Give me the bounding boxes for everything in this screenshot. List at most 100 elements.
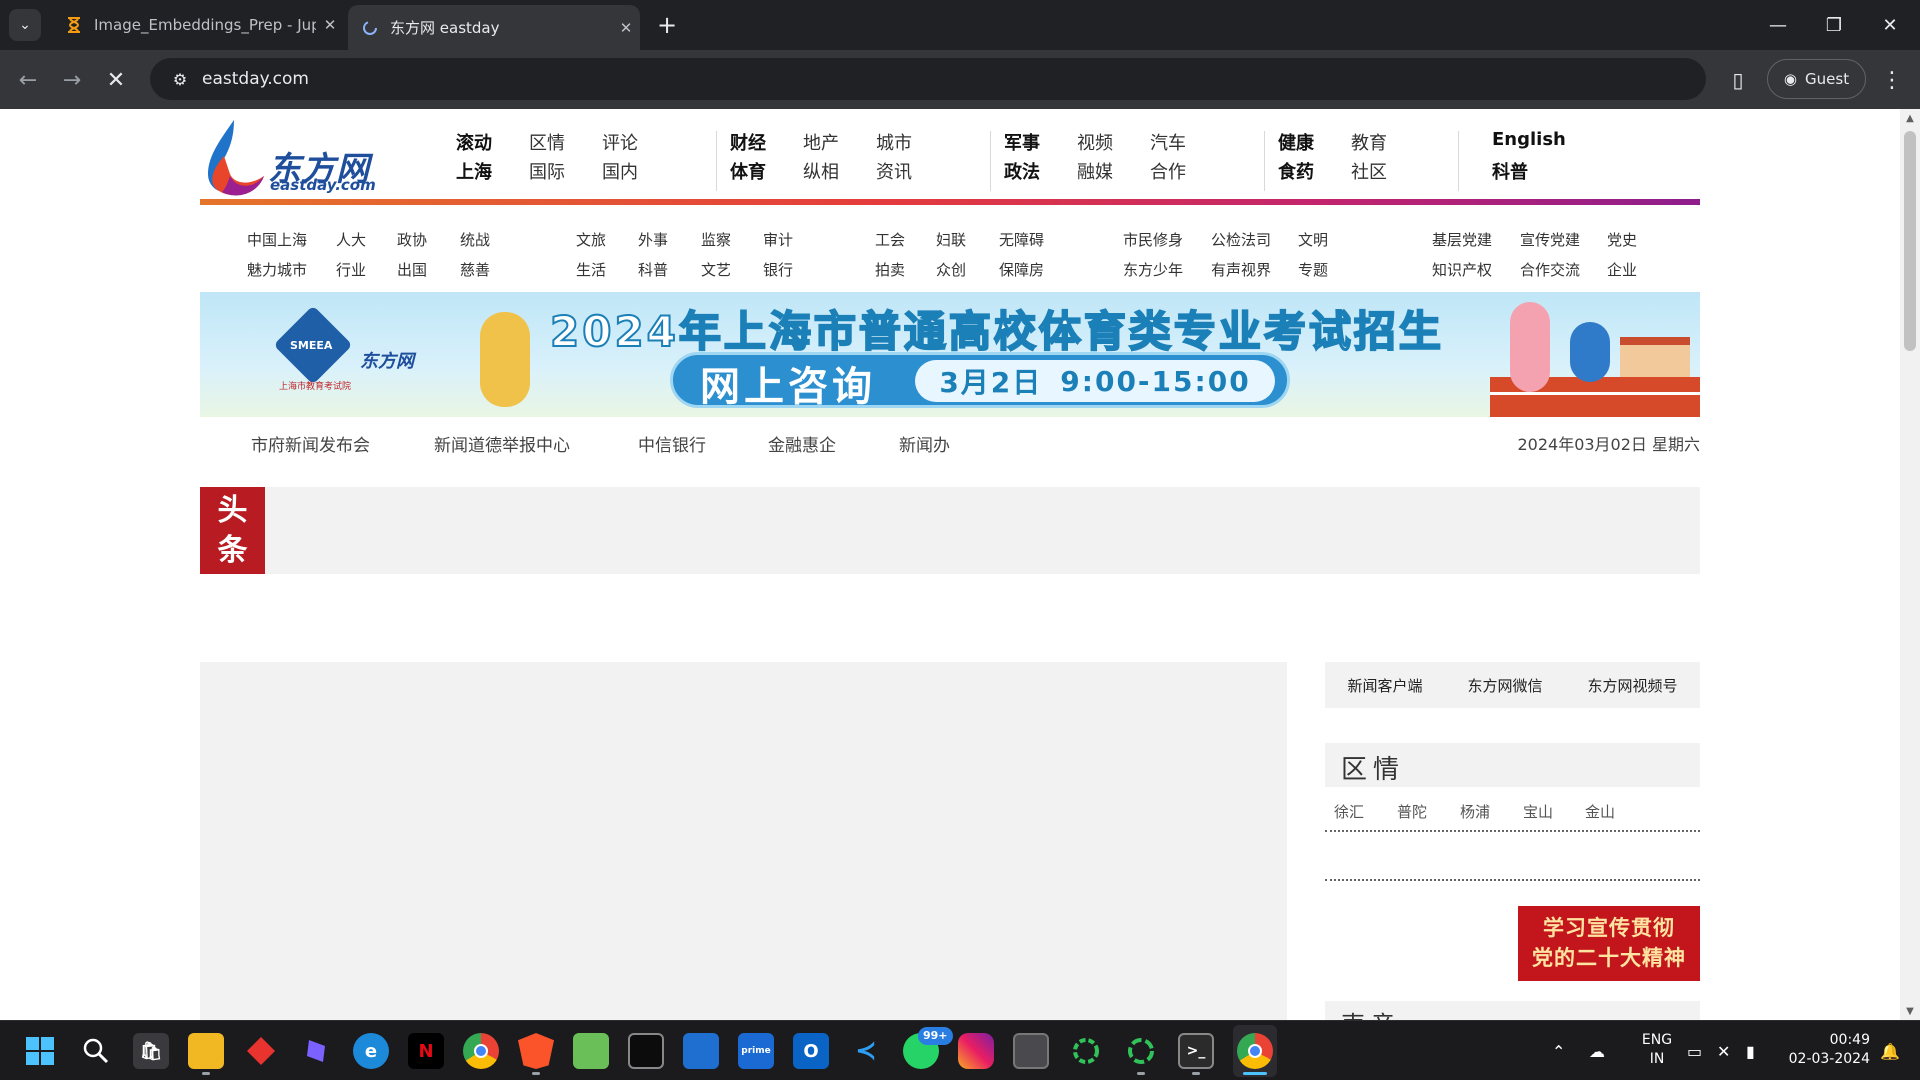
region-link[interactable]: 宝山 [1523, 801, 1553, 822]
brave-icon[interactable] [518, 1033, 554, 1069]
sub-nav-link[interactable]: 拍卖 [875, 259, 905, 280]
quick-link[interactable]: 金融惠企 [768, 431, 836, 456]
tab-search-dropdown[interactable]: ⌄ [9, 9, 41, 41]
chrome-icon[interactable] [463, 1033, 499, 1069]
nav-link[interactable]: 国际 [529, 158, 565, 184]
sub-nav-link[interactable]: 知识产权 [1432, 259, 1492, 280]
battery-icon[interactable]: ▮ [1746, 1021, 1755, 1080]
sidebar-link[interactable]: 东方网微信 [1467, 675, 1542, 696]
quick-link[interactable]: 中信银行 [638, 431, 706, 456]
system-clock[interactable]: 00:49 02-03-2024 [1786, 1031, 1870, 1069]
sub-nav-link[interactable]: 审计 [763, 229, 793, 250]
sub-nav-link[interactable]: 东方少年 [1123, 259, 1183, 280]
onedrive-icon[interactable]: ☁ [1589, 1021, 1605, 1080]
quick-link[interactable]: 新闻办 [899, 431, 950, 456]
paint-icon[interactable] [573, 1033, 609, 1069]
minimize-button[interactable]: — [1750, 0, 1806, 50]
nav-link[interactable]: 滚动 [456, 129, 492, 155]
notification-bell-icon[interactable]: 🔔 [1880, 1021, 1900, 1080]
sub-nav-link[interactable]: 统战 [460, 229, 490, 250]
windows-start-icon[interactable] [22, 1033, 58, 1069]
page-scrollbar[interactable]: ▲ ▼ [1900, 109, 1920, 1020]
sub-nav-link[interactable]: 基层党建 [1432, 229, 1492, 250]
app-green-ring-2-icon[interactable] [1123, 1033, 1159, 1069]
nav-link[interactable]: 纵相 [803, 158, 839, 184]
sub-nav-link[interactable]: 党史 [1607, 229, 1637, 250]
sub-nav-link[interactable]: 魅力城市 [247, 259, 307, 280]
address-bar[interactable]: ⚙ eastday.com [150, 58, 1706, 100]
file-explorer-icon[interactable] [188, 1033, 224, 1069]
sub-nav-link[interactable]: 科普 [638, 259, 668, 280]
sub-nav-link[interactable]: 公检法司 [1211, 229, 1271, 250]
nav-link[interactable]: 评论 [602, 129, 638, 155]
site-logo[interactable]: 东方网 eastday.com [200, 114, 400, 196]
sub-nav-link[interactable]: 文明 [1298, 229, 1328, 250]
nav-link[interactable]: 社区 [1351, 158, 1387, 184]
close-window-button[interactable]: ✕ [1862, 0, 1918, 50]
app-red-diamond-icon[interactable] [243, 1033, 279, 1069]
sub-nav-link[interactable]: 慈善 [460, 259, 490, 280]
study-promo-banner[interactable]: 学习宣传贯彻 党的二十大精神 [1518, 906, 1700, 981]
new-tab-button[interactable]: + [652, 10, 682, 40]
region-link[interactable]: 金山 [1585, 801, 1615, 822]
nav-link[interactable]: 国内 [602, 158, 638, 184]
powershell-icon[interactable]: >_ [1178, 1033, 1214, 1069]
app-green-ring-icon[interactable] [1068, 1033, 1104, 1069]
sub-nav-link[interactable]: 文艺 [701, 259, 731, 280]
chrome-active-icon[interactable] [1237, 1033, 1273, 1069]
show-hidden-icons-icon[interactable]: ⌃ [1552, 1021, 1565, 1080]
scrollbar-thumb[interactable] [1904, 131, 1916, 351]
close-tab-icon[interactable]: ✕ [316, 16, 344, 34]
side-panel-icon[interactable]: ▯ [1724, 67, 1752, 93]
site-info-icon[interactable]: ⚙ [158, 70, 202, 89]
nav-link[interactable]: 财经 [730, 129, 766, 155]
sub-nav-link[interactable]: 银行 [763, 259, 793, 280]
nav-link[interactable]: 教育 [1351, 129, 1387, 155]
sidebar-link[interactable]: 东方网视频号 [1587, 675, 1677, 696]
sub-nav-link[interactable]: 外事 [638, 229, 668, 250]
nav-link[interactable]: 视频 [1077, 129, 1113, 155]
scroll-down-arrow-icon[interactable]: ▼ [1900, 1002, 1920, 1020]
close-tab-icon[interactable]: ✕ [612, 19, 640, 37]
netflix-icon[interactable]: N [408, 1033, 444, 1069]
back-button[interactable]: ← [10, 62, 46, 98]
nav-link[interactable]: 政法 [1004, 158, 1040, 184]
sub-nav-link[interactable]: 众创 [936, 259, 966, 280]
nav-link[interactable]: 体育 [730, 158, 766, 184]
sub-nav-link[interactable]: 行业 [336, 259, 366, 280]
nav-link[interactable]: 地产 [803, 129, 839, 155]
store-icon[interactable]: 🛍 [133, 1033, 169, 1069]
sub-nav-link[interactable]: 有声视界 [1211, 259, 1271, 280]
tab-jupyter[interactable]: Image_Embeddings_Prep - Jupyter ✕ [52, 7, 344, 43]
nav-link[interactable]: 食药 [1278, 158, 1314, 184]
nav-link[interactable]: 上海 [456, 158, 492, 184]
nav-link[interactable]: 军事 [1004, 129, 1040, 155]
prime-video-icon[interactable]: prime [738, 1033, 774, 1069]
copilot-icon[interactable] [298, 1033, 334, 1069]
restore-button[interactable]: ❐ [1806, 0, 1862, 50]
terminal-icon[interactable] [628, 1033, 664, 1069]
nav-link[interactable]: 融媒 [1077, 158, 1113, 184]
sub-nav-link[interactable]: 监察 [701, 229, 731, 250]
sub-nav-link[interactable]: 宣传党建 [1520, 229, 1580, 250]
tab-eastday[interactable]: 东方网 eastday ✕ [348, 5, 640, 50]
nav-link[interactable]: 汽车 [1150, 129, 1186, 155]
sub-nav-link[interactable]: 市民修身 [1123, 229, 1183, 250]
nav-link[interactable]: 健康 [1278, 129, 1314, 155]
nav-link[interactable]: 科普 [1492, 158, 1528, 184]
nav-link[interactable]: 区情 [529, 129, 565, 155]
sub-nav-link[interactable]: 人大 [336, 229, 366, 250]
browser-menu-icon[interactable]: ⋮ [1880, 65, 1904, 95]
stop-loading-button[interactable]: ✕ [98, 62, 134, 98]
sub-nav-link[interactable]: 专题 [1298, 259, 1328, 280]
language-indicator[interactable]: ENG IN [1635, 1031, 1679, 1069]
sub-nav-link[interactable]: 政协 [397, 229, 427, 250]
nav-link[interactable]: 合作 [1150, 158, 1186, 184]
nav-link[interactable]: 城市 [876, 129, 912, 155]
region-link[interactable]: 杨浦 [1460, 801, 1490, 822]
sub-nav-link[interactable]: 中国上海 [247, 229, 307, 250]
volume-muted-icon[interactable]: ✕ [1717, 1021, 1730, 1080]
search-icon[interactable] [78, 1033, 114, 1069]
sub-nav-link[interactable]: 无障碍 [999, 229, 1044, 250]
scroll-up-arrow-icon[interactable]: ▲ [1900, 109, 1920, 127]
